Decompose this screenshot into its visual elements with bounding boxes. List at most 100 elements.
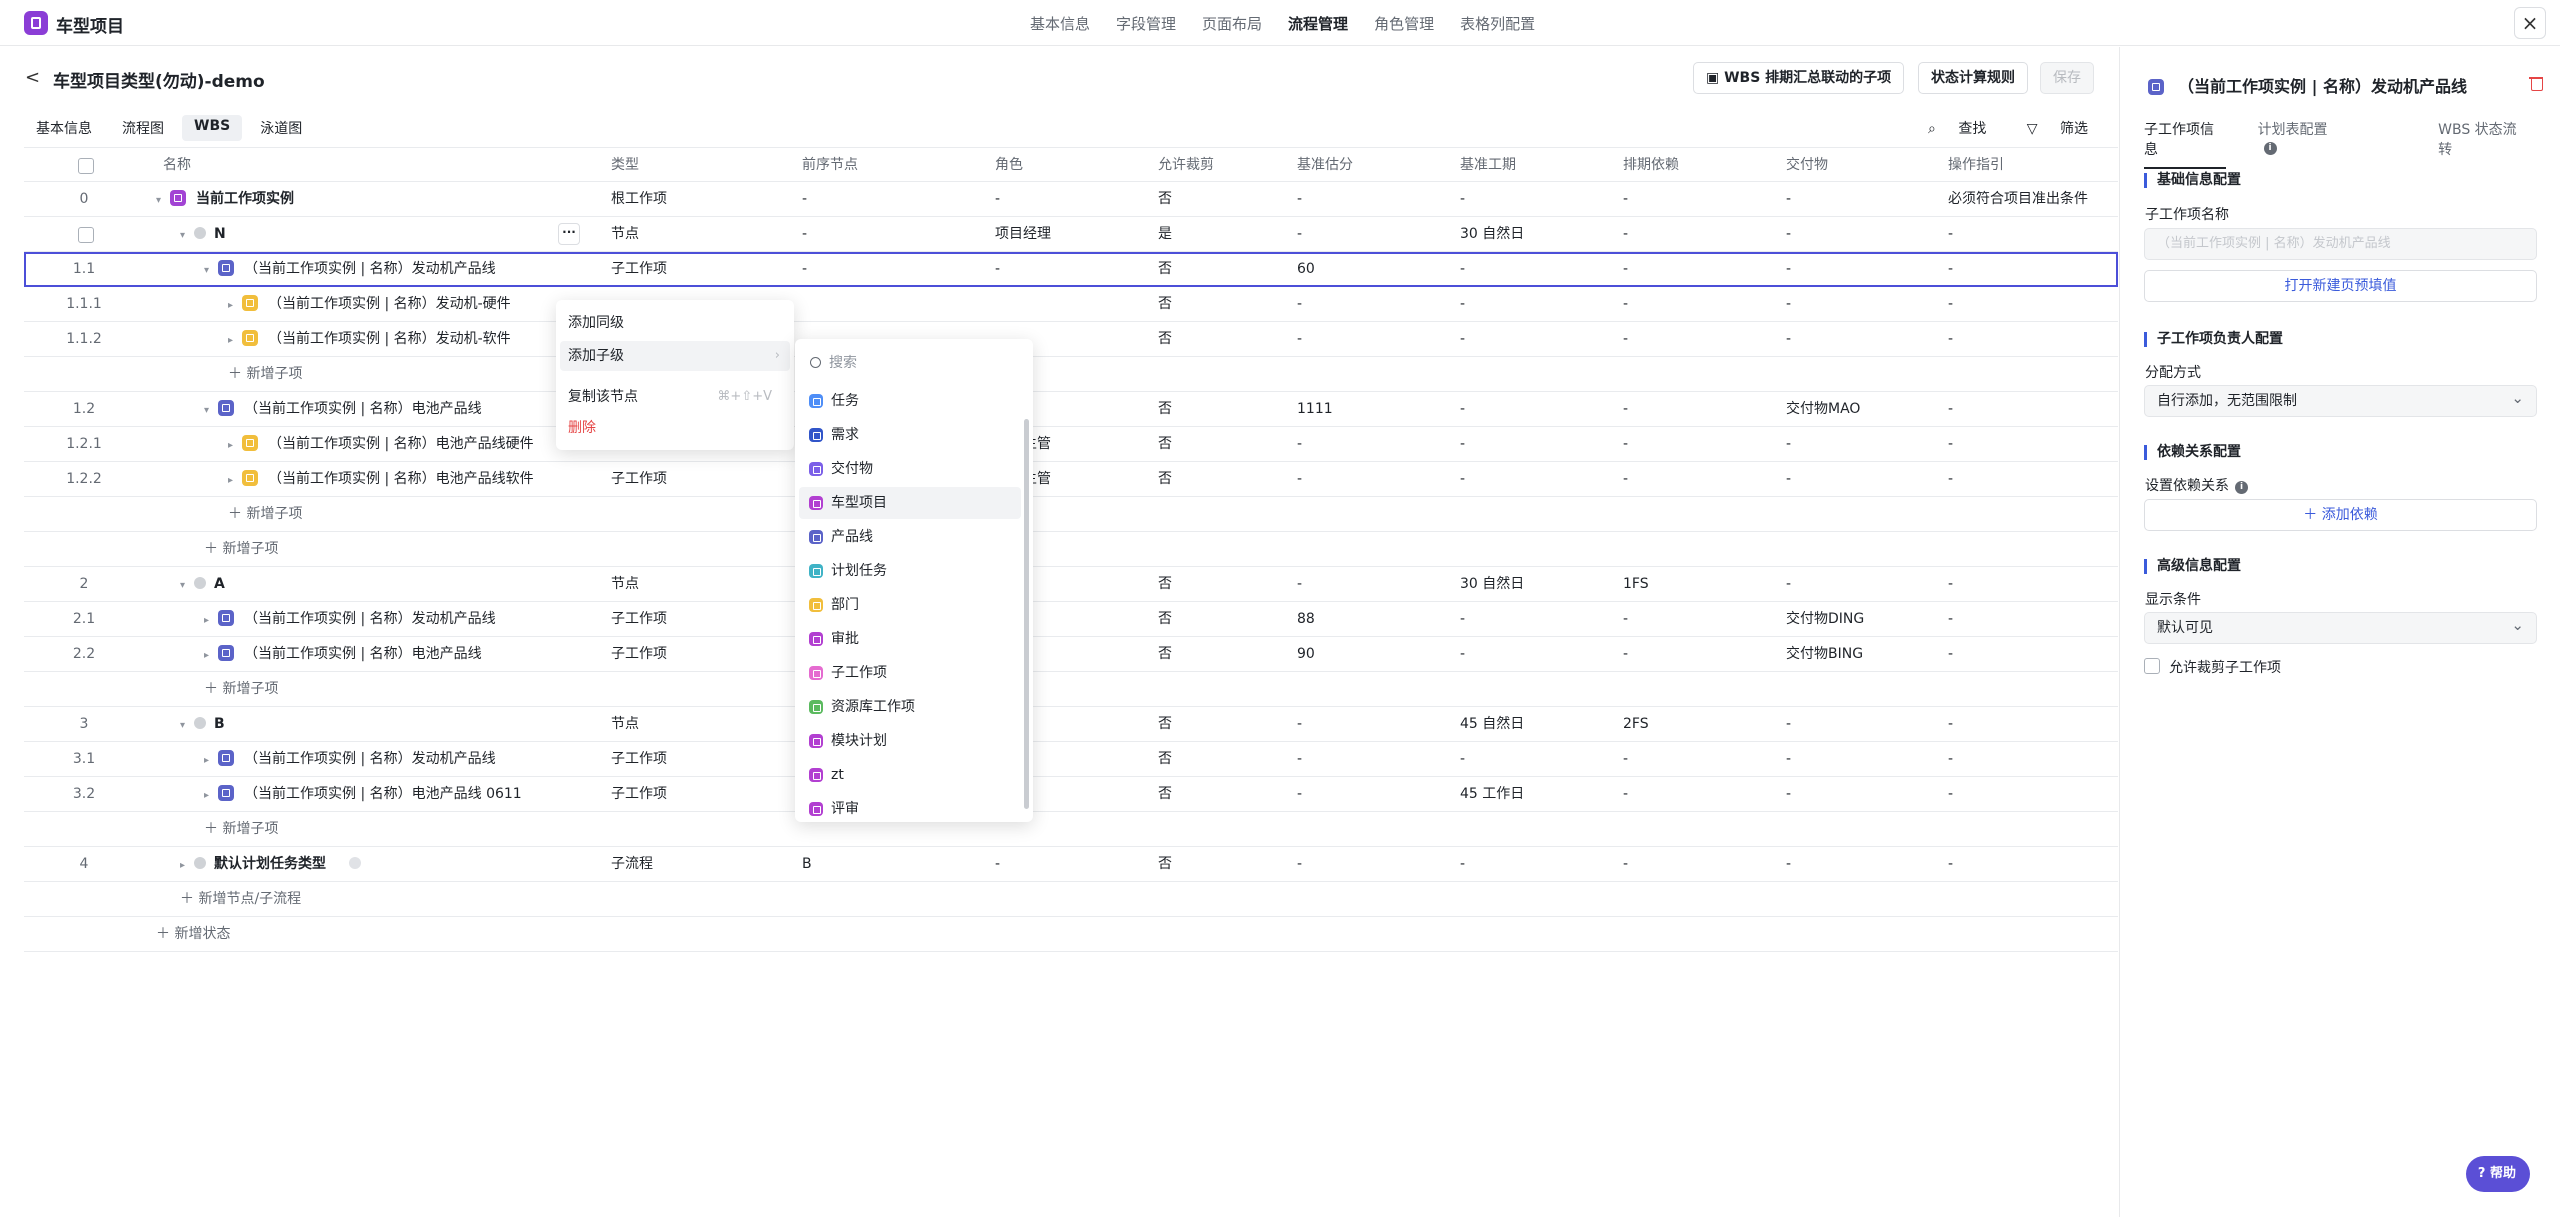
add-item-button[interactable]: ＋ 新增子项 xyxy=(204,672,278,707)
submenu-option[interactable]: 模块计划 xyxy=(799,725,1021,757)
add-row[interactable]: ＋ 新增状态 xyxy=(24,917,2118,952)
chevron-down-icon[interactable]: ▾ xyxy=(156,184,170,218)
table-row[interactable]: 0 ▾ 当前工作项实例 根工作项 - - 否 - - - - 必须符合项目准出条件 xyxy=(24,182,2118,217)
chevron-down-icon[interactable]: ▾ xyxy=(180,709,194,743)
submenu-option[interactable]: 需求 xyxy=(799,419,1021,451)
add-row[interactable]: ＋ 新增节点/子流程 xyxy=(24,882,2118,917)
table-row[interactable]: 2.1 ▸ （当前工作项实例 | 名称）发动机产品线 子工作项 否 88 - - 交付物DING… xyxy=(24,602,2118,637)
submenu-scrollbar[interactable] xyxy=(1024,419,1029,809)
find-button[interactable]: ⌕ 查找 xyxy=(1910,121,1986,137)
chevron-right-icon[interactable]: ▸ xyxy=(204,779,218,813)
cell-cut: 否 xyxy=(1158,611,1172,627)
menu-add-sibling[interactable]: 添加同级 xyxy=(568,308,782,338)
child-type-submenu: 搜索 任务 需求 交付物 车型项目 产品线 计划任务 部门 审批 子工作项 资源库工作项 模块计划 z… xyxy=(795,339,1033,822)
add-item-button[interactable]: ＋ 新增状态 xyxy=(156,917,230,952)
save-button[interactable]: 保存 xyxy=(2040,62,2094,94)
cell-type: 子工作项 xyxy=(611,471,667,487)
chevron-right-icon[interactable]: ▸ xyxy=(228,324,242,358)
table-row[interactable]: 3.1 ▸ （当前工作项实例 | 名称）发动机产品线 子工作项 否 - - - - - xyxy=(24,742,2118,777)
table-row[interactable]: 1.2.1▸（当前工作项实例 | 名称）电池产品线硬件子工作项品线主管否----… xyxy=(24,427,2118,462)
table-row[interactable]: 1.1.1 ▸ （当前工作项实例 | 名称）发动机-硬件 否 - - - - - xyxy=(24,287,2118,322)
menu-delete[interactable]: 删除 xyxy=(568,413,782,443)
add-dependency-button[interactable]: ＋ 添加依赖 xyxy=(2144,499,2537,531)
submenu-option[interactable]: 资源库工作项 xyxy=(799,691,1021,723)
display-condition-select[interactable]: 默认可见 xyxy=(2144,610,2537,644)
submenu-option[interactable]: 评审 xyxy=(799,793,1021,825)
chevron-down-icon[interactable]: ▾ xyxy=(204,394,218,428)
status-rule-button[interactable]: 状态计算规则 xyxy=(1918,62,2028,94)
table-row[interactable]: 2 ▾ A 节点 否 - 30 自然日 1FS - - xyxy=(24,567,2118,602)
table-row[interactable]: 4 ▸ 默认计划任务类型 子流程 B - 否 - - - - - xyxy=(24,847,2118,882)
help-button[interactable]: ? 帮助 xyxy=(2465,1156,2530,1192)
chevron-right-icon[interactable]: ▸ xyxy=(180,849,194,883)
nav-field-management[interactable]: 字段管理 xyxy=(1116,13,1176,34)
subprocess-badge xyxy=(349,847,369,882)
plus-icon: ＋ xyxy=(204,821,223,837)
submenu-option[interactable]: 部门 xyxy=(799,589,1021,621)
cell-pre: - xyxy=(802,261,808,277)
table-row[interactable]: 1.2▾（当前工作项实例 | 名称）电池产品线子工作项否1111--交付物MAO… xyxy=(24,392,2118,427)
menu-add-child[interactable]: 添加子级 › xyxy=(560,341,790,371)
submenu-option[interactable]: 产品线 xyxy=(799,521,1021,553)
tab-wbs[interactable]: WBS xyxy=(182,115,243,141)
menu-copy-node[interactable]: 复制该节点 ⌘+⇧+V xyxy=(568,382,782,412)
submenu-option[interactable]: 车型项目 xyxy=(799,487,1021,519)
table-row[interactable]: 3 ▾ B 节点 否 - 45 自然日 2FS - - xyxy=(24,707,2118,742)
assign-select[interactable]: 自行添加，无范围限制 xyxy=(2144,383,2537,417)
name-label: 子工作项名称 xyxy=(2145,207,2229,223)
select-all-checkbox[interactable] xyxy=(78,158,94,174)
tab-plan-config[interactable]: 计划表配置i xyxy=(2258,119,2407,169)
table-row[interactable]: ▾ N 节点 - 项目经理 是 - 30 自然日 - - - ··· xyxy=(24,217,2118,252)
allow-cut-checkbox[interactable] xyxy=(2144,658,2160,674)
filter-button[interactable]: ▽ 筛选 xyxy=(2009,121,2088,137)
tab-subitem-info[interactable]: 子工作项信息 xyxy=(2144,119,2226,169)
chevron-right-icon[interactable]: ▸ xyxy=(228,289,242,323)
add-row[interactable]: ＋ 新增子项 xyxy=(24,532,2118,567)
close-icon[interactable]: × xyxy=(2514,7,2546,39)
submenu-option[interactable]: 任务 xyxy=(799,385,1021,417)
tab-wbs-status-flow[interactable]: WBS 状态流转 xyxy=(2438,119,2528,169)
back-icon[interactable]: < xyxy=(25,67,40,88)
submenu-option[interactable]: zt xyxy=(799,759,1021,791)
submenu-option[interactable]: 审批 xyxy=(799,623,1021,655)
add-row[interactable]: ＋ 新增子项 xyxy=(24,497,2118,532)
submenu-search-input[interactable]: 搜索 xyxy=(803,349,1023,377)
nav-role-management[interactable]: 角色管理 xyxy=(1374,13,1434,34)
add-row[interactable]: ＋ 新增子项 xyxy=(24,357,2118,392)
chevron-down-icon[interactable]: ▾ xyxy=(180,569,194,603)
add-item-button[interactable]: ＋ 新增子项 xyxy=(204,812,278,847)
submenu-option[interactable]: 交付物 xyxy=(799,453,1021,485)
tab-basic-info[interactable]: 基本信息 xyxy=(24,115,104,141)
chevron-right-icon[interactable]: ▸ xyxy=(228,464,242,498)
open-preset-button[interactable]: 打开新建页预填值 xyxy=(2144,270,2537,302)
wbs-linked-items-button[interactable]: ▣ WBS 排期汇总联动的子项 xyxy=(1693,62,1905,94)
nav-basic-info[interactable]: 基本信息 xyxy=(1030,13,1090,34)
delete-icon[interactable] xyxy=(2528,75,2544,91)
add-row[interactable]: ＋ 新增子项 xyxy=(24,672,2118,707)
add-row[interactable]: ＋ 新增子项 xyxy=(24,812,2118,847)
table-row[interactable]: 1.1 ▾ （当前工作项实例 | 名称）发动机产品线 子工作项 - - 否 60 - - - - xyxy=(24,252,2118,287)
submenu-option[interactable]: 计划任务 xyxy=(799,555,1021,587)
add-item-button[interactable]: ＋ 新增子项 xyxy=(228,497,302,532)
submenu-option[interactable]: 子工作项 xyxy=(799,657,1021,689)
nav-process-management[interactable]: 流程管理 xyxy=(1288,13,1348,34)
chevron-down-icon[interactable]: ▾ xyxy=(180,219,194,253)
add-item-button[interactable]: ＋ 新增子项 xyxy=(204,532,278,567)
tab-flowchart[interactable]: 流程图 xyxy=(110,115,176,141)
chevron-right-icon[interactable]: ▸ xyxy=(204,639,218,673)
nav-page-layout[interactable]: 页面布局 xyxy=(1202,13,1262,34)
table-row[interactable]: 2.2 ▸ （当前工作项实例 | 名称）电池产品线 子工作项 否 90 - - 交付物BING - xyxy=(24,637,2118,672)
table-row[interactable]: 1.1.2 ▸ （当前工作项实例 | 名称）发动机-软件 否 - - - - - xyxy=(24,322,2118,357)
tab-swimlane[interactable]: 泳道图 xyxy=(248,115,314,141)
chevron-right-icon[interactable]: ▸ xyxy=(204,604,218,638)
chevron-right-icon[interactable]: ▸ xyxy=(228,429,242,463)
add-item-button[interactable]: ＋ 新增节点/子流程 xyxy=(180,882,301,917)
chevron-down-icon[interactable]: ▾ xyxy=(204,254,218,288)
name-input[interactable]: （当前工作项实例 | 名称）发动机产品线 xyxy=(2144,228,2537,260)
add-item-button[interactable]: ＋ 新增子项 xyxy=(228,357,302,392)
chevron-right-icon[interactable]: ▸ xyxy=(204,744,218,778)
table-row[interactable]: 1.2.2▸（当前工作项实例 | 名称）电池产品线软件子工作项品线主管否----… xyxy=(24,462,2118,497)
more-icon[interactable]: ··· xyxy=(558,223,580,245)
table-row[interactable]: 3.2 ▸（当前工作项实例 | 名称）电池产品线 0611 子工作项 - - 否 - 45 工… xyxy=(24,777,2118,812)
nav-table-column-config[interactable]: 表格列配置 xyxy=(1460,13,1535,34)
